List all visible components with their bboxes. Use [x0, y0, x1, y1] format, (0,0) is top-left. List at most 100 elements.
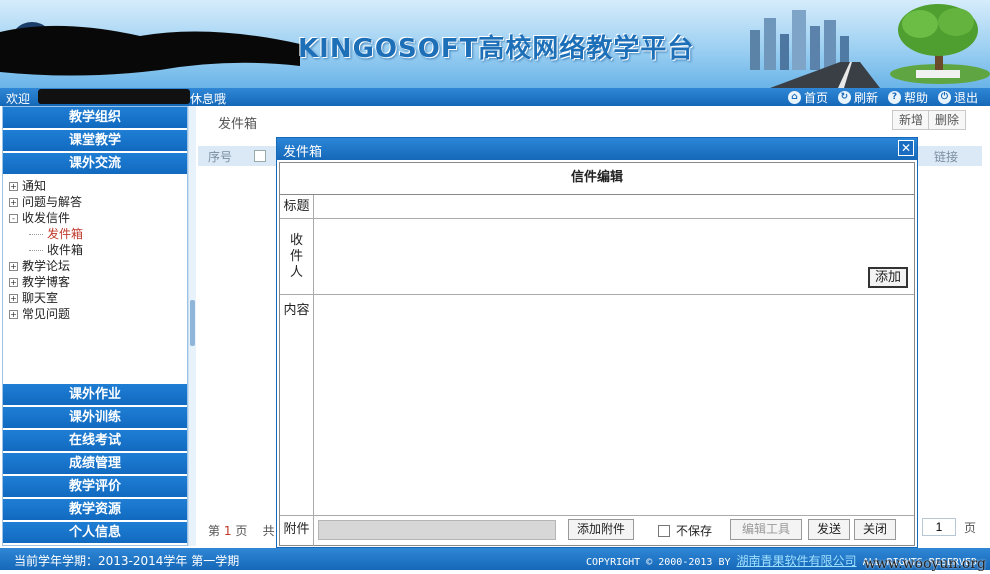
- content-row: 内容: [280, 295, 914, 516]
- no-save-option[interactable]: 不保存: [658, 522, 712, 539]
- add-attachment-button[interactable]: 添加附件: [568, 519, 635, 540]
- nav-homework[interactable]: 课外作业: [3, 384, 187, 405]
- column-index: 序号: [208, 150, 233, 164]
- expand-icon[interactable]: +: [9, 261, 18, 271]
- dialog-titlebar[interactable]: 发件箱 ✕: [277, 138, 917, 160]
- tree-item-chat[interactable]: + 聊天室: [9, 290, 187, 306]
- new-button[interactable]: 新增: [891, 110, 930, 130]
- tree-label: 问题与解答: [22, 195, 83, 209]
- nav-grades[interactable]: 成绩管理: [3, 453, 187, 474]
- pager-suffix: 页: [235, 524, 248, 538]
- expand-icon[interactable]: +: [9, 309, 18, 319]
- tree-connector: [29, 249, 43, 251]
- nav-evaluation[interactable]: 教学评价: [3, 476, 187, 497]
- tree-item-blog[interactable]: + 教学博客: [9, 274, 187, 290]
- attachment-row: 附件 添加附件 不保存 编辑工具 发送 关闭: [280, 516, 914, 546]
- refresh-icon: ↻: [837, 91, 851, 104]
- tree-item-mail[interactable]: - 收发信件: [9, 210, 187, 226]
- edit-tools-button[interactable]: 编辑工具: [730, 519, 802, 540]
- recipient-label-text: 收件人: [289, 233, 303, 280]
- title-label: 标题: [280, 195, 314, 218]
- send-button[interactable]: 发送: [808, 519, 851, 540]
- logout-label: 退出: [953, 91, 978, 105]
- refresh-link[interactable]: ↻ 刷新: [837, 89, 878, 106]
- content-label: 内容: [280, 295, 314, 515]
- mail-form: 信件编辑 标题 收件人 添加 内容 附件 添加附件 不保存 编辑工具 发送 关闭: [279, 162, 915, 546]
- app-window: KINGOSOFT高校网络教学平台 欢迎 休息哦 ⌂ 首页 ↻ 刷新 ? 帮助 …: [0, 0, 990, 574]
- delete-button[interactable]: 删除: [927, 110, 966, 130]
- pager-current: 1: [223, 524, 232, 538]
- recipient-row: 收件人 添加: [280, 219, 914, 295]
- pager-total-label: 共: [262, 524, 275, 538]
- page-suffix: 页: [963, 520, 976, 535]
- tree-label: 收件箱: [47, 243, 84, 257]
- column-link: 链接: [933, 150, 958, 164]
- watermark-text: www.wooyun.org: [863, 556, 986, 572]
- nav-classroom[interactable]: 课堂教学: [3, 130, 187, 151]
- header-banner: KINGOSOFT高校网络教学平台: [0, 0, 990, 88]
- add-recipient-button[interactable]: 添加: [868, 267, 908, 288]
- refresh-label: 刷新: [853, 91, 878, 105]
- content-editor[interactable]: [316, 297, 912, 513]
- recipient-label: 收件人: [280, 219, 314, 294]
- nav-extracurricular-exchange[interactable]: 课外交流: [3, 153, 187, 174]
- sidebar-splitter[interactable]: [188, 106, 196, 546]
- home-label: 首页: [803, 91, 828, 105]
- help-link[interactable]: ? 帮助: [887, 89, 928, 106]
- top-links: ⌂ 首页 ↻ 刷新 ? 帮助 ⏻ 退出: [787, 89, 978, 106]
- tree-item-outbox[interactable]: 发件箱: [9, 226, 187, 242]
- page-title: 发件箱: [218, 117, 258, 132]
- nav-personal-info[interactable]: 个人信息: [3, 522, 187, 543]
- current-term: 当前学年学期：2013-2014学年 第一学期: [14, 554, 240, 568]
- form-heading: 信件编辑: [280, 163, 914, 195]
- company-link[interactable]: 湖南青果软件有限公司: [737, 554, 857, 568]
- footer-bar: 当前学年学期：2013-2014学年 第一学期 COPYRIGHT © 2000…: [0, 548, 990, 570]
- tree-item-faq[interactable]: + 常见问题: [9, 306, 187, 322]
- nav-bottom-group: 课外作业 课外训练 在线考试 成绩管理 教学评价 教学资源 个人信息: [3, 384, 187, 545]
- expand-icon[interactable]: +: [9, 181, 18, 191]
- pager-jump: 页: [921, 518, 976, 536]
- nav-training[interactable]: 课外训练: [3, 407, 187, 428]
- tree-label: 通知: [22, 179, 47, 193]
- logout-icon: ⏻: [937, 91, 951, 104]
- collapse-icon[interactable]: -: [9, 213, 18, 223]
- expand-icon[interactable]: +: [9, 197, 18, 207]
- home-link[interactable]: ⌂ 首页: [787, 89, 828, 106]
- collapse-handle-icon[interactable]: [190, 300, 195, 346]
- nav-resources[interactable]: 教学资源: [3, 499, 187, 520]
- tree-label: 常见问题: [22, 307, 71, 321]
- title-input[interactable]: [316, 197, 912, 216]
- close-icon[interactable]: ✕: [898, 140, 914, 156]
- attachment-path-field[interactable]: [318, 520, 556, 540]
- tree-label: 收发信件: [22, 211, 71, 225]
- welcome-prefix: 欢迎: [6, 92, 31, 106]
- tree-label: 教学博客: [22, 275, 71, 289]
- redacted-logo: [0, 22, 300, 76]
- copyright-prefix: COPYRIGHT © 2000-2013 BY: [586, 557, 731, 568]
- no-save-checkbox[interactable]: [658, 524, 670, 537]
- pager-prefix: 第: [208, 524, 221, 538]
- logout-link[interactable]: ⏻ 退出: [937, 89, 978, 106]
- help-icon: ?: [887, 91, 901, 104]
- tree-item-forum[interactable]: + 教学论坛: [9, 258, 187, 274]
- top-nav-bar: 欢迎 休息哦 ⌂ 首页 ↻ 刷新 ? 帮助 ⏻ 退出: [0, 88, 990, 106]
- tree-item-inbox[interactable]: 收件箱: [9, 242, 187, 258]
- welcome-suffix: 休息哦: [190, 92, 227, 106]
- platform-title: KINGOSOFT高校网络教学平台: [298, 34, 695, 64]
- nav-teaching-org[interactable]: 教学组织: [3, 107, 187, 128]
- nav-tree: + 通知 + 问题与解答 - 收发信件 发件箱 收件箱 + 教学论坛 + 教学博…: [3, 176, 187, 384]
- expand-icon[interactable]: +: [9, 293, 18, 303]
- tree-label: 教学论坛: [22, 259, 71, 273]
- page-number-input[interactable]: [921, 518, 956, 536]
- nav-online-exam[interactable]: 在线考试: [3, 430, 187, 451]
- select-all-checkbox[interactable]: [254, 150, 266, 162]
- tree-item-qa[interactable]: + 问题与解答: [9, 194, 187, 210]
- title-row: 标题: [280, 195, 914, 219]
- tree-item-notice[interactable]: + 通知: [9, 178, 187, 194]
- expand-icon[interactable]: +: [9, 277, 18, 287]
- attachment-label: 附件: [280, 516, 314, 546]
- home-icon: ⌂: [787, 91, 801, 104]
- dialog-title: 发件箱: [283, 145, 323, 160]
- tree-label: 发件箱: [47, 227, 84, 241]
- close-button[interactable]: 关闭: [854, 519, 897, 540]
